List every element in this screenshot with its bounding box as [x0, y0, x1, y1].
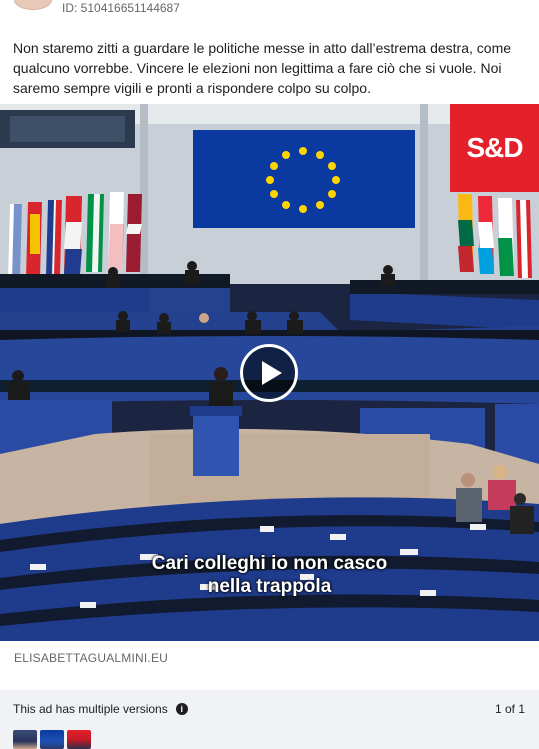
eu-flag	[193, 130, 415, 228]
ad-versions-footer: This ad has multiple versions i 1 of 1	[0, 690, 539, 749]
library-id: ID: 510416651144687	[62, 1, 180, 15]
info-icon[interactable]: i	[175, 703, 188, 715]
page-avatar[interactable]	[14, 0, 52, 10]
subtitle-line-2: nella trappola	[207, 576, 332, 597]
version-count: 1 of 1	[494, 702, 525, 716]
sd-logo: S&D	[450, 104, 539, 192]
version-thumbnail[interactable]	[13, 730, 37, 749]
video-subtitle: Cari colleghi io non casco nella trappol…	[0, 552, 539, 598]
ad-body-text: Non staremo zitti a guardare le politich…	[13, 40, 512, 96]
play-button[interactable]	[240, 344, 298, 402]
left-flags	[8, 192, 142, 280]
versions-text: This ad has multiple versions	[13, 702, 168, 716]
versions-label-row: This ad has multiple versions i	[13, 702, 188, 716]
play-icon	[262, 361, 282, 385]
subtitle-line-1: Cari colleghi io non casco	[151, 553, 388, 574]
version-thumbnail[interactable]	[67, 730, 91, 749]
version-thumbnail[interactable]	[40, 730, 64, 749]
ad-header: ID: 510416651144687	[0, 0, 539, 20]
video-player[interactable]: S&D Cari colleghi io non casco nella tra…	[0, 104, 539, 641]
version-thumbnails	[13, 730, 91, 749]
link-domain[interactable]: ELISABETTAGUALMINI.EU	[14, 651, 168, 665]
